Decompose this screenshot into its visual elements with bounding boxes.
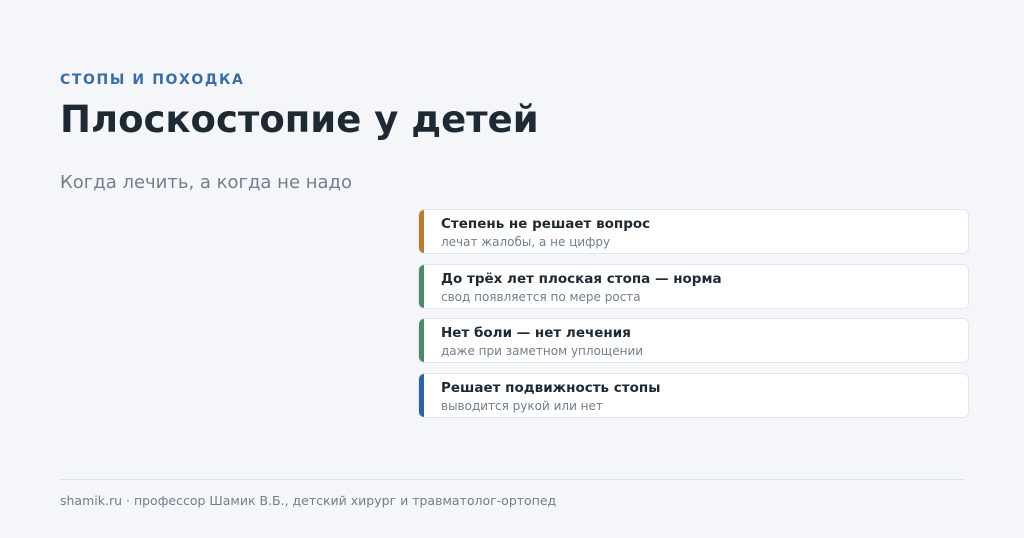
eyebrow-label: СТОПЫ И ПОХОДКА [60,72,245,88]
footer-divider [60,479,964,480]
points-list: Степень не решает вопрос лечат жалобы, а… [418,209,969,427]
point-card: Нет боли — нет лечения даже при заметном… [418,318,969,363]
footer-credit: shamik.ru · профессор Шамик В.Б., детски… [60,493,557,508]
card-subtitle: лечат жалобы, а не цифру [441,235,611,249]
point-card: До трёх лет плоская стопа — норма свод п… [418,263,969,309]
card-subtitle: выводится рукой или нет [441,398,603,413]
card-subtitle: свод появляется по мере роста [441,289,641,304]
card-title: Нет боли — нет лечения [441,325,631,341]
point-card: Степень не решает вопрос лечат жалобы, а… [418,209,969,254]
card-title: Решает подвижность стопы [441,379,661,396]
card-accent-bar [419,319,424,362]
card-accent-bar [419,373,424,417]
page-subtitle: Когда лечить, а когда не надо [60,172,353,193]
card-accent-bar [419,264,424,308]
card-accent-bar [419,210,424,253]
card-title: До трёх лет плоская стопа — норма [441,270,722,287]
point-card: Решает подвижность стопы выводится рукой… [418,372,969,418]
card-title: Степень не решает вопрос [441,216,651,232]
page-title: Плоскостопие у детей [60,98,539,141]
card-subtitle: даже при заметном уплощении [441,344,644,358]
